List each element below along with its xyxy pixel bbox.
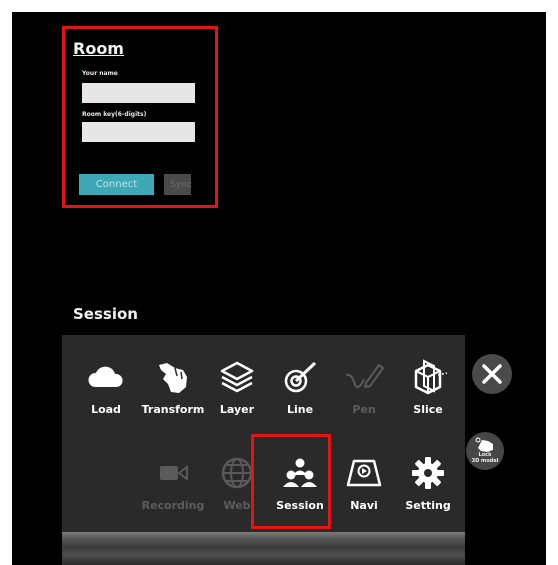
menu-item-label: Load [91, 403, 121, 416]
pen-icon [345, 364, 384, 388]
menu-item-load[interactable]: Load [74, 349, 138, 429]
menu-item-line[interactable]: Line [268, 349, 332, 429]
section-heading: Session [73, 305, 138, 323]
menu-item-transform[interactable]: Transform [141, 349, 205, 429]
room-title: Room [73, 39, 124, 58]
your-name-label: Your name [82, 70, 118, 77]
room-key-label: Room key(6-digits) [82, 111, 147, 118]
hand-icon [159, 363, 187, 393]
menu-item-slice[interactable]: Slice [396, 349, 460, 429]
slice-cube-icon [414, 359, 448, 395]
sync-button[interactable]: Sync [164, 174, 192, 195]
navigation-icon [346, 459, 382, 487]
lock-label: Lock 3D model [466, 452, 504, 464]
bottom-strip [62, 532, 465, 565]
menu-item-label: Setting [405, 499, 451, 512]
session-highlight-box [251, 434, 331, 529]
menu-item-navi[interactable]: Navi [332, 445, 396, 525]
menu-item-pen[interactable]: Pen [332, 349, 396, 429]
close-button[interactable] [472, 354, 512, 394]
lock-hand-icon [475, 437, 493, 452]
cloud-icon [88, 366, 123, 387]
room-panel: Room Your name Room key(6-digits) Connec… [62, 26, 218, 208]
menu-item-label: Slice [413, 403, 443, 416]
video-camera-icon [160, 465, 188, 481]
layers-icon [220, 361, 254, 393]
menu-item-layer[interactable]: Layer [205, 349, 269, 429]
lock-label-line2: 3D model [471, 458, 499, 464]
close-icon [482, 364, 502, 384]
menu-item-setting[interactable]: Setting [396, 445, 460, 525]
menu-item-recording[interactable]: Recording [141, 445, 205, 525]
your-name-field[interactable] [82, 83, 195, 103]
line-target-icon [284, 361, 317, 393]
gear-icon [412, 457, 444, 489]
tool-menu-panel: Load Transform Layer Line Pen Slice Reco… [62, 335, 465, 532]
vr-viewport: Room Your name Room key(6-digits) Connec… [12, 12, 546, 565]
connect-button[interactable]: Connect [79, 174, 154, 195]
room-key-field[interactable] [82, 122, 195, 142]
lock-3d-model-button[interactable]: Lock 3D model [466, 432, 504, 470]
